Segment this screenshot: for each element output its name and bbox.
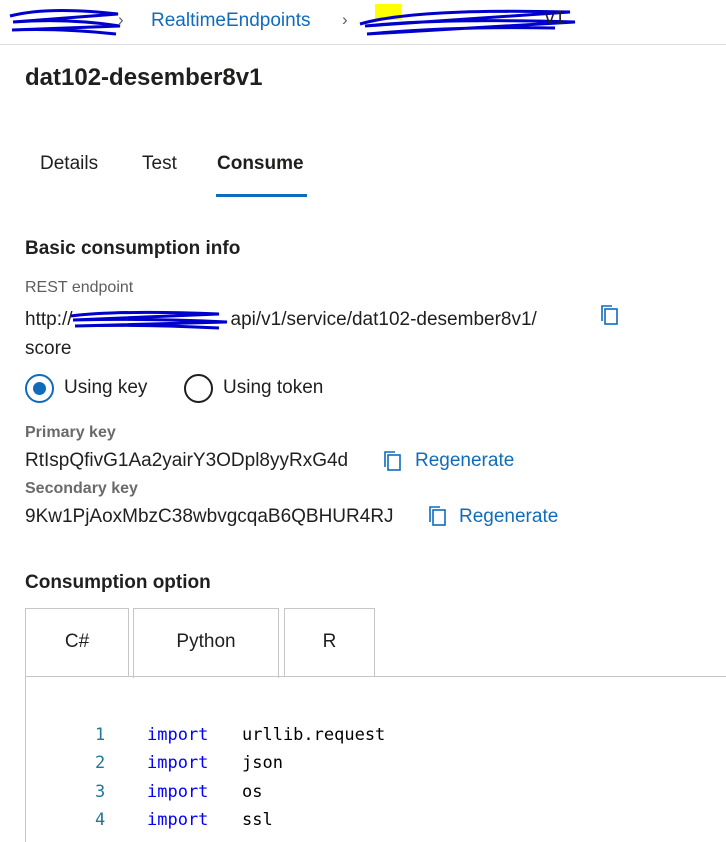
code-keyword: import (147, 810, 209, 830)
chevron-right-icon: › (342, 10, 348, 29)
redacted-crumb (9, 8, 121, 36)
code-module: os (242, 782, 263, 802)
using-key-radio[interactable] (25, 374, 54, 403)
redacted-host (70, 310, 227, 330)
code-module: json (242, 753, 283, 773)
code-keyword: import (147, 725, 209, 745)
svg-text:v1: v1 (545, 8, 565, 29)
endpoint-tail: score (25, 338, 72, 359)
primary-key-label: Primary key (25, 424, 116, 441)
secondary-key-value: 9Kw1PjAoxMbzC38wbvgcqaB6QBHUR4RJ (25, 506, 394, 527)
tab-details[interactable]: Details (40, 153, 98, 175)
line-number: 2 (95, 753, 106, 773)
line-number: 1 (95, 725, 106, 745)
code-tab-csharp[interactable]: C# (25, 608, 129, 676)
code-tab-r[interactable]: R (284, 608, 375, 676)
copy-icon[interactable] (599, 304, 619, 326)
consumption-option-heading: Consumption option (25, 572, 211, 593)
endpoint-prefix: http:// (25, 309, 73, 330)
basic-info-heading: Basic consumption info (25, 238, 241, 259)
copy-icon[interactable] (427, 505, 447, 527)
regenerate-primary-key-link[interactable]: Regenerate (415, 450, 514, 472)
line-number: 4 (95, 810, 106, 830)
primary-key-value: RtIspQfivG1Aa2yairY3ODpl8yyRxG4d (25, 450, 349, 471)
code-keyword: import (147, 782, 209, 802)
header-divider (0, 44, 726, 45)
page-title: dat102-desember8v1 (25, 64, 263, 91)
rest-endpoint-label: REST endpoint (25, 279, 134, 296)
using-token-radio[interactable] (184, 374, 213, 403)
code-keyword: import (147, 753, 209, 773)
tab-test[interactable]: Test (142, 153, 177, 175)
code-tab-python[interactable]: Python (133, 608, 279, 678)
code-module: urllib.request (242, 725, 386, 745)
endpoint-suffix: api/v1/service/dat102-desember8v1/ (230, 309, 537, 330)
code-module: ssl (242, 810, 273, 830)
using-token-label[interactable]: Using token (223, 377, 323, 399)
copy-icon[interactable] (382, 450, 402, 472)
using-key-label[interactable]: Using key (64, 377, 147, 399)
tab-consume[interactable]: Consume (217, 153, 304, 175)
code-panel (25, 676, 726, 842)
line-number: 3 (95, 782, 106, 802)
rest-endpoint-value: http:// api/v1/service/dat102-desember8v… (25, 305, 605, 363)
active-tab-indicator (216, 194, 307, 197)
regenerate-secondary-key-link[interactable]: Regenerate (459, 506, 558, 528)
secondary-key-label: Secondary key (25, 480, 138, 497)
redacted-current-crumb: v1 (359, 4, 576, 36)
breadcrumb-item-realtime-endpoints[interactable]: RealtimeEndpoints (151, 10, 310, 32)
chevron-right-icon: › (118, 10, 124, 29)
